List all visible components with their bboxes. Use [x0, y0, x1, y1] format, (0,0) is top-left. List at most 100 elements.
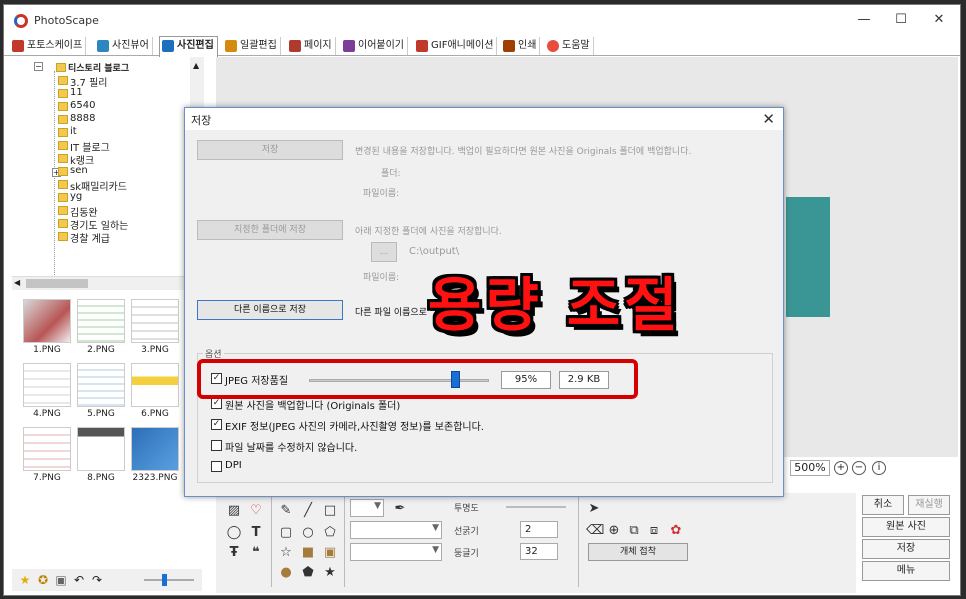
close-icon[interactable]: ✕	[762, 110, 775, 128]
copy-object-icon[interactable]: ⧉	[626, 523, 642, 539]
rounded-rect-tool-icon[interactable]: ▢	[278, 525, 294, 541]
tree-item[interactable]: 11	[58, 87, 83, 98]
tree-item[interactable]: sen	[58, 165, 88, 176]
folder-view-icon[interactable]: ▣	[54, 573, 68, 587]
folder-label: 폴더:	[381, 169, 401, 179]
star-icon[interactable]: ★	[18, 573, 32, 587]
minimize-button[interactable]: —	[849, 10, 879, 30]
forward-arrow-icon[interactable]: ↷	[90, 573, 104, 587]
close-window-button[interactable]: ✕	[924, 10, 954, 30]
thumbnail-item[interactable]: 1.PNG	[22, 299, 72, 355]
thumbnail-item[interactable]: 3.PNG	[130, 299, 180, 355]
tab-help[interactable]: 도움말	[545, 37, 594, 55]
line-width-spinner[interactable]: 2	[520, 521, 558, 538]
tree-horizontal-scrollbar[interactable]: ◀ ▶	[12, 276, 197, 290]
tree-collapse-toggle[interactable]: −	[34, 62, 43, 71]
heart-tool-icon[interactable]: ♡	[248, 503, 264, 519]
folder-tree[interactable]: − 티스토리 블로그 3.7 필리 11 6540 8888 it IT 블로그…	[12, 57, 197, 279]
folder-star-icon[interactable]: ✪	[36, 573, 50, 587]
menu-button[interactable]: 메뉴	[862, 561, 950, 581]
save-to-folder-button[interactable]: 지정한 폴더에 저장	[197, 220, 343, 240]
thumbnail-item[interactable]: 6.PNG	[130, 363, 180, 419]
thumbnail-item[interactable]: 2323.PNG	[130, 427, 180, 483]
text-box-tool-icon[interactable]: Ŧ	[226, 545, 242, 561]
cancel-button[interactable]: 취소	[862, 495, 904, 515]
redo-button[interactable]: 재실행	[908, 495, 950, 515]
filled-rect-tool-icon[interactable]: ■	[300, 545, 316, 561]
tree-item[interactable]: 6540	[58, 100, 95, 111]
thumbnail-item[interactable]: 7.PNG	[22, 427, 72, 483]
backup-checkbox[interactable]: ✓	[211, 398, 222, 409]
back-arrow-icon[interactable]: ↶	[72, 573, 86, 587]
zoom-out-icon[interactable]: −	[852, 461, 866, 475]
save-overwrite-button[interactable]: 저장	[197, 140, 343, 160]
thumbnail-size-slider[interactable]	[144, 579, 194, 581]
circle-tool-icon[interactable]: ○	[300, 525, 316, 541]
info-icon[interactable]: i	[872, 461, 886, 475]
original-photo-button[interactable]: 원본 사진	[862, 517, 950, 537]
thumbnail-image	[77, 427, 125, 471]
folder-icon	[58, 89, 68, 98]
tree-item[interactable]: yg	[58, 191, 82, 202]
thumbnail-item[interactable]: 5.PNG	[76, 363, 126, 419]
quote-tool-icon[interactable]: ❝	[248, 545, 264, 561]
browse-folder-button[interactable]: ...	[371, 242, 397, 262]
tab-page[interactable]: 페이지	[287, 37, 336, 55]
filled-circle-tool-icon[interactable]: ●	[278, 565, 294, 581]
add-object-icon[interactable]: ⊕	[606, 523, 622, 539]
thumbnail-item[interactable]: 2.PNG	[76, 299, 126, 355]
horizontal-scroll-thumb[interactable]	[26, 279, 88, 288]
filled-rounded-rect-tool-icon[interactable]: ▣	[322, 545, 338, 561]
filled-pentagon-tool-icon[interactable]: ⬟	[300, 565, 316, 581]
scroll-left-icon[interactable]: ◀	[14, 278, 20, 287]
tab-gif-animation[interactable]: GIF애니메이션	[414, 37, 498, 55]
thumbnail-image	[131, 299, 179, 343]
tree-root-folder[interactable]: 티스토리 블로그	[56, 61, 129, 74]
dash-style-combo[interactable]: ▼	[350, 543, 442, 561]
keep-date-checkbox[interactable]	[211, 440, 222, 451]
delete-object-icon[interactable]: ⌫	[586, 523, 604, 539]
photo-object-icon[interactable]: ✿	[668, 523, 684, 539]
tab-photoscape[interactable]: 포토스케이프	[10, 37, 87, 55]
star-tool-icon[interactable]: ☆	[278, 545, 294, 561]
rectangle-tool-icon[interactable]: □	[322, 503, 338, 519]
filled-star-tool-icon[interactable]: ★	[322, 565, 338, 581]
roundness-spinner[interactable]: 32	[520, 543, 558, 560]
dpi-checkbox[interactable]	[211, 461, 222, 472]
transparency-slider[interactable]	[506, 506, 566, 508]
eyedropper-icon[interactable]: ✒	[392, 501, 408, 517]
color-picker-combo[interactable]: ▼	[350, 499, 384, 517]
maximize-button[interactable]: ☐	[886, 10, 916, 30]
attach-object-button[interactable]: 개체 접착	[588, 543, 688, 561]
thumbnail-item[interactable]: 8.PNG	[76, 427, 126, 483]
speech-bubble-icon[interactable]: ◯	[226, 525, 242, 541]
save-as-button[interactable]: 다른 이름으로 저장	[197, 300, 343, 320]
zoom-in-icon[interactable]: +	[834, 461, 848, 475]
line-style-combo[interactable]: ▼	[350, 521, 442, 539]
tab-print[interactable]: 인쇄	[501, 37, 541, 55]
tree-item[interactable]: 경찰 계급	[58, 230, 110, 245]
pen-tool-icon[interactable]: ✎	[278, 503, 294, 519]
line-tool-icon[interactable]: ╱	[300, 503, 316, 519]
folder-icon	[58, 193, 68, 202]
pentagon-tool-icon[interactable]: ⬠	[322, 525, 338, 541]
exif-checkbox[interactable]: ✓	[211, 419, 222, 430]
tree-item[interactable]: 8888	[58, 113, 95, 124]
thumbnail-size-slider-thumb[interactable]	[162, 574, 167, 586]
tab-batch-editor[interactable]: 일괄편집	[223, 37, 281, 55]
save-button[interactable]: 저장	[862, 539, 950, 559]
combine-tab-icon	[343, 40, 355, 52]
zoom-value[interactable]: 500%	[790, 460, 830, 476]
tree-item[interactable]: it	[58, 126, 77, 137]
tab-combine[interactable]: 이어붙이기	[341, 37, 408, 55]
group-object-icon[interactable]: ⧈	[646, 523, 662, 539]
text-tool-icon[interactable]: T	[248, 525, 264, 541]
image-tool-icon[interactable]: ▨	[226, 503, 242, 519]
scroll-up-icon[interactable]: ▲	[193, 61, 199, 70]
cursor-icon[interactable]: ➤	[586, 501, 602, 517]
tab-editor[interactable]: 사진편집	[159, 36, 218, 57]
tab-viewer[interactable]: 사진뷰어	[95, 37, 153, 55]
folder-icon	[58, 167, 68, 176]
thumbnail-item[interactable]: 4.PNG	[22, 363, 72, 419]
transparency-label: 투명도	[454, 504, 479, 514]
